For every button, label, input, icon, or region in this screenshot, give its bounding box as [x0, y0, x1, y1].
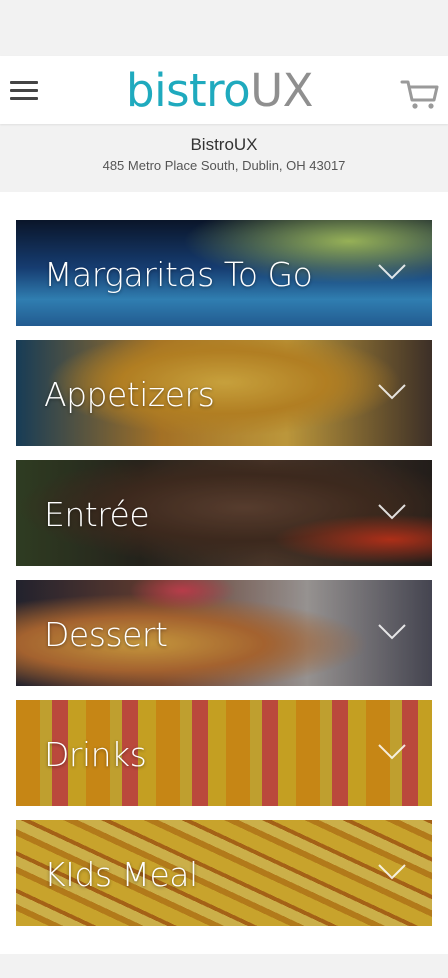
restaurant-name: BistroUX: [190, 135, 258, 154]
category-appetizers[interactable]: Appetizers: [16, 340, 432, 446]
category-dessert[interactable]: Dessert: [16, 580, 432, 686]
restaurant-info: BistroUX 485 Metro Place South, Dublin, …: [0, 134, 448, 176]
category-label: Drinks: [44, 735, 147, 774]
chevron-down-icon: [378, 504, 406, 520]
app-header: bistroUX: [0, 56, 448, 124]
category-label: Dessert: [44, 615, 168, 654]
chevron-down-icon: [378, 744, 406, 760]
top-spacer: [0, 0, 448, 56]
category-label: Margaritas To Go: [44, 255, 313, 294]
hamburger-icon[interactable]: [10, 81, 38, 101]
brand-logo[interactable]: bistroUX: [126, 62, 326, 120]
category-drinks[interactable]: Drinks: [16, 700, 432, 806]
category-entree[interactable]: Entrée: [16, 460, 432, 566]
chevron-down-icon: [378, 864, 406, 880]
menu-categories: Margaritas To Go Appetizers Entrée Desse…: [0, 192, 448, 954]
chevron-down-icon: [378, 384, 406, 400]
logo-text-ux: UX: [250, 64, 313, 117]
category-label: KIds Meal: [44, 855, 198, 894]
chevron-down-icon: [378, 624, 406, 640]
restaurant-address: 485 Metro Place South, Dublin, OH 43017: [102, 158, 346, 173]
category-label: Appetizers: [44, 375, 215, 414]
category-kids-meal[interactable]: KIds Meal: [16, 820, 432, 926]
category-margaritas[interactable]: Margaritas To Go: [16, 220, 432, 326]
cart-icon[interactable]: [400, 78, 440, 110]
bottom-spacer: [0, 954, 448, 978]
chevron-down-icon: [378, 264, 406, 280]
category-label: Entrée: [44, 495, 150, 534]
logo-text-bistro: bistro: [126, 64, 251, 117]
